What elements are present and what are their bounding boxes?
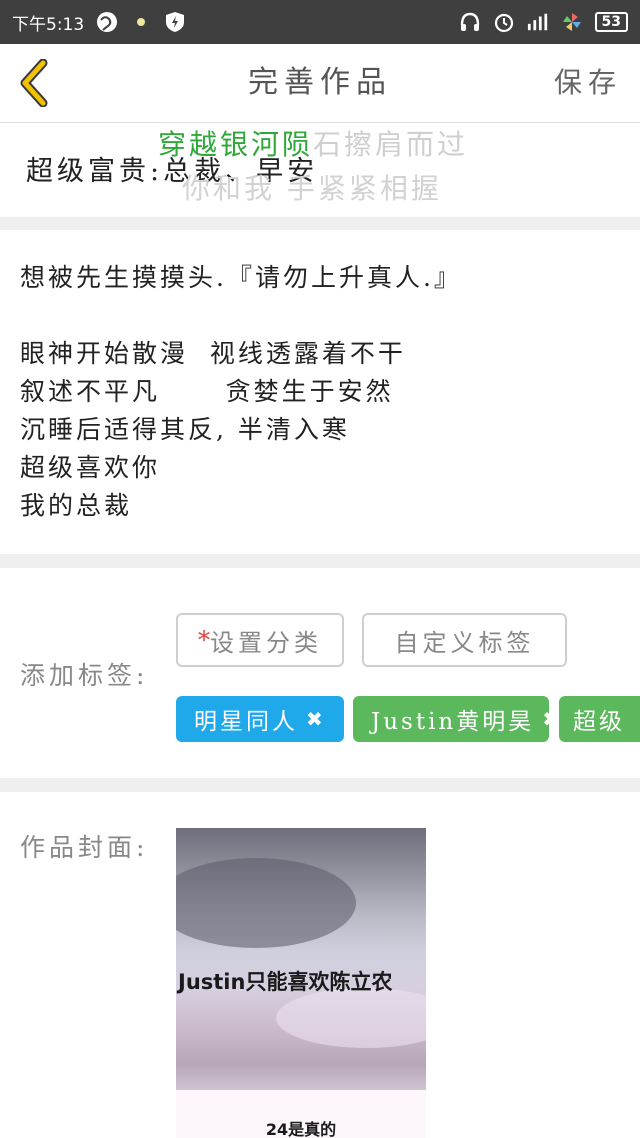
description-line: 眼神开始散漫 视线透露着不干 [20, 339, 406, 368]
status-bar: 下午5:13 53 [0, 0, 640, 44]
app-notification-icon [130, 11, 152, 33]
tag-chip-label: 超级 [573, 709, 625, 735]
cover-image[interactable]: Justin只能喜欢陈立农 24是真的 [176, 828, 426, 1138]
alarm-icon [493, 11, 515, 33]
remove-tag-icon[interactable]: ✖ [306, 707, 326, 731]
shield-icon [164, 11, 186, 33]
lyric-overlay-line-2: 你和我 手紧紧相握 [182, 172, 442, 205]
tags-label: 添加标签: [20, 661, 149, 690]
tags-section: 添加标签: *设置分类 自定义标签 明星同人 ✖ Justin黄明昊 ✖ 超级 [0, 568, 640, 778]
cover-bottom-text: 24是真的 [265, 1120, 337, 1138]
lyric-overlay-line-1: 穿越银河陨石擦肩而过 [158, 123, 468, 163]
description-line: 我的总裁 [20, 491, 133, 520]
description-section[interactable]: 想被先生摸摸头.『请勿上升真人.』 眼神开始散漫 视线透露着不干 叙述不平凡 贪… [0, 230, 640, 554]
status-time: 下午5:13 [12, 14, 85, 35]
battery-indicator: 53 [594, 12, 628, 32]
browser-icon [96, 11, 118, 33]
cover-main-text: Justin只能喜欢陈立农 [178, 970, 393, 994]
set-category-label: 设置分类 [210, 628, 322, 657]
tag-chip-label: 明星同人 [194, 709, 298, 735]
set-category-button[interactable]: * 设置分类 [176, 613, 344, 667]
lyric-overlay-rest: 石擦肩而过 [313, 128, 469, 161]
remove-tag-icon[interactable]: ✖ [542, 707, 549, 731]
pinwheel-icon [561, 11, 583, 33]
description-line: 超级喜欢你 [20, 453, 161, 482]
save-button[interactable]: 保存 [554, 44, 622, 122]
tag-chip-label: Justin黄明昊 [371, 709, 535, 735]
cover-cloud [276, 988, 426, 1048]
cover-section: 作品封面: Justin只能喜欢陈立农 24是真的 [0, 792, 640, 1138]
custom-tag-button[interactable]: 自定义标签 [362, 613, 567, 667]
navigation-bar: 完善作品 保存 [0, 44, 640, 123]
lyric-overlay-highlight: 穿越银河陨 [158, 128, 314, 161]
tag-chip[interactable]: Justin黄明昊 ✖ [353, 696, 549, 742]
description-line: 沉睡后适得其反, 半清入寒 [20, 415, 350, 444]
work-title-section: 超级富贵:总裁、早安 穿越银河陨石擦肩而过 你和我 手紧紧相握 [0, 123, 640, 217]
description-line: 叙述不平凡 贪婪生于安然 [20, 377, 394, 406]
tag-chip[interactable]: 明星同人 ✖ [176, 696, 344, 742]
cover-cloud [176, 858, 356, 948]
page-title: 完善作品 [248, 65, 392, 100]
description-line: 想被先生摸摸头.『请勿上升真人.』 [20, 263, 462, 292]
signal-icon [527, 11, 549, 33]
tag-chip[interactable]: 超级 [559, 696, 640, 742]
required-asterisk: * [198, 626, 210, 654]
headset-icon [459, 11, 481, 33]
cover-label: 作品封面: [20, 833, 149, 862]
